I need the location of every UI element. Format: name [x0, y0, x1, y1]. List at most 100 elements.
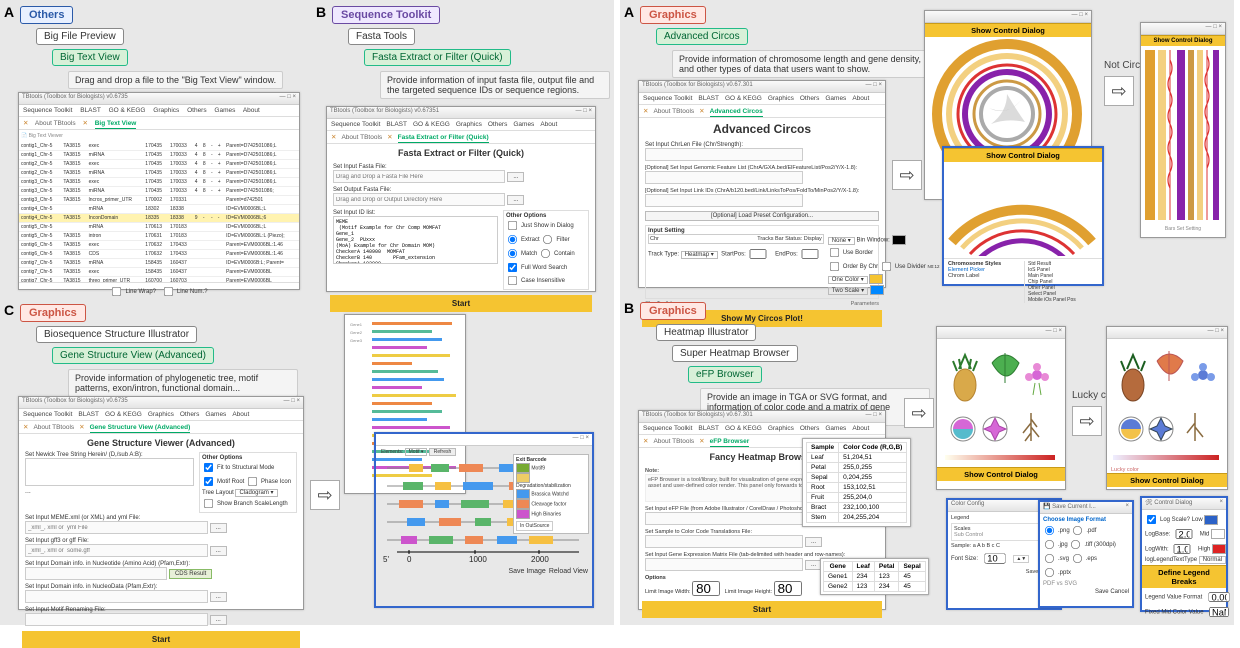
gs-start-button[interactable]: Start	[22, 631, 300, 648]
show-control-dialog-button[interactable]: Show Control Dialog	[944, 148, 1102, 162]
case-checkbox[interactable]: Case Insensitive	[506, 278, 565, 284]
item-fasta-extract: Fasta Extract or Filter (Quick)	[364, 49, 511, 66]
meme-file[interactable]	[25, 521, 208, 534]
label-right-B: B	[624, 300, 634, 316]
show-control-dialog-button[interactable]: Show Control Dialog	[925, 23, 1091, 37]
define-breaks-button[interactable]: Define Legend Breaks	[1142, 565, 1226, 588]
efp-output-2: — □ × Lucky color Show Control Dialog	[1106, 326, 1228, 490]
linear-tracks-svg	[1141, 46, 1223, 224]
menu-go-kegg[interactable]: GO & KEGG	[109, 107, 146, 114]
label-left-C: C	[4, 302, 14, 318]
menu-strip[interactable]: Sequence Toolkit BLAST GO & KEGG Graphic…	[19, 105, 299, 117]
extract-radio[interactable]: Extract	[506, 237, 540, 243]
fasta-output-file[interactable]	[333, 193, 505, 206]
label-left-A: A	[4, 4, 14, 20]
save-image-button[interactable]: Save Image	[508, 568, 545, 575]
save-button[interactable]: Save	[1095, 589, 1109, 595]
arrow-icon: ⇨	[310, 480, 340, 510]
just-show-checkbox[interactable]: Just Show in Dialog	[506, 223, 574, 229]
reload-view-button[interactable]: Reload View	[549, 568, 588, 575]
newick-area[interactable]	[25, 458, 194, 486]
motif-rename-file[interactable]	[25, 613, 208, 626]
tab-gene-structure[interactable]: Gene Structure View (Advanced)	[90, 424, 191, 433]
tree-layout-select[interactable]: Cladogram ▾	[235, 489, 277, 497]
save-button[interactable]: Save	[1026, 569, 1039, 575]
save-image-dialog: 💾 Save Current I...× Choose Image Format…	[1038, 500, 1134, 608]
help-gene-structure: Provide information of phylogenetic tree…	[68, 369, 298, 397]
arrow-icon: ⇨	[1104, 76, 1134, 106]
svg-text:0: 0	[407, 555, 412, 564]
circos-title: Advanced Circos	[639, 118, 885, 140]
fasta-input-file[interactable]	[333, 170, 505, 183]
color-code-file[interactable]	[645, 535, 803, 548]
expr-matrix-file[interactable]	[645, 558, 803, 571]
fasta-extract-window: TBtools (Toolbox for Biologists) v0.6735…	[326, 106, 596, 292]
label-right-A: A	[624, 4, 634, 20]
browse-button[interactable]: ...	[507, 172, 524, 182]
domain-file[interactable]	[25, 567, 167, 580]
efp-plant-1	[937, 339, 1063, 465]
svg-text:1000: 1000	[469, 555, 487, 564]
gene-structure-window: TBtools (Toolbox for Biologists) v0.6735…	[18, 396, 304, 610]
circos-config-window: TBtools (Toolbox for Biologists) v0.67.3…	[638, 80, 886, 288]
tab-big-text-view[interactable]: Big Text View	[95, 120, 137, 129]
link-file[interactable]	[645, 194, 803, 207]
help-big-text-view: Drag and drop a file to the "Big Text Vi…	[68, 71, 283, 89]
menu-seq-toolkit[interactable]: Sequence Toolkit	[23, 107, 72, 114]
domain-file-2[interactable]	[25, 590, 208, 603]
gs-section-title: Gene Structure Viewer (Advanced)	[19, 434, 303, 452]
show-control-dialog-button[interactable]: Show Control Dialog	[937, 467, 1065, 481]
tab-efp[interactable]: eFP Browser	[710, 438, 750, 447]
line-num-checkbox[interactable]: Line Num.?	[162, 289, 208, 295]
tab-fasta-extract[interactable]: Fasta Extract or Filter (Quick)	[398, 134, 489, 143]
item-heatmap-illustrator: Heatmap Illustrator	[656, 324, 756, 341]
efp-plant-2	[1107, 339, 1225, 465]
item-fasta-tools: Fasta Tools	[348, 28, 415, 45]
efp-start-button[interactable]: Start	[642, 601, 882, 618]
full-word-checkbox[interactable]: Full Word Search	[506, 265, 567, 271]
tab-bar: ✕ About TBtools ✕ Big Text View	[19, 117, 299, 130]
menu-others[interactable]: Others	[187, 107, 207, 114]
color-swatch[interactable]	[892, 235, 906, 245]
fit-struct-checkbox[interactable]: Fit to Structural Mode	[202, 465, 274, 471]
gene-expr-table: GeneLeafPetalSepal Gene123412345Gene2123…	[820, 558, 929, 595]
match-radio[interactable]: Match	[506, 251, 537, 257]
big-text-view-window: TBtools (Toolbox for Biologists) v0.6735…	[18, 92, 300, 290]
item-advanced-circos: Advanced Circos	[656, 28, 748, 45]
cancel-button[interactable]: Cancel	[1110, 589, 1129, 595]
category-graphics: Graphics	[640, 302, 706, 320]
label-left-B: B	[316, 4, 326, 20]
svg-text:2000: 2000	[531, 555, 549, 564]
svg-text:5': 5'	[383, 555, 389, 564]
filter-radio[interactable]: Filter	[541, 237, 569, 243]
tab-advanced-circos[interactable]: Advanced Circos	[710, 108, 763, 117]
line-wrap-checkbox[interactable]: Line Wrap?	[110, 289, 156, 295]
load-preset-button[interactable]: [Optional] Load Preset Configuration...	[645, 211, 879, 221]
chrlen-file[interactable]	[645, 148, 803, 161]
gff-file[interactable]	[25, 544, 208, 557]
item-big-file-preview: Big File Preview	[36, 28, 124, 45]
menu-games[interactable]: Games	[214, 107, 235, 114]
start-button[interactable]: Start	[330, 295, 592, 312]
category-others: Others	[20, 6, 73, 24]
tab-about[interactable]: About TBtools	[35, 120, 76, 127]
show-branch-checkbox[interactable]: Show Branch ScaleLength	[202, 501, 288, 507]
right-figure: A Graphics Advanced Circos Provide infor…	[620, 0, 1234, 625]
item-efp-browser: eFP Browser	[688, 366, 762, 383]
arrow-icon: ⇨	[904, 398, 934, 428]
fasta-id-list[interactable]: MEME (Motif Example for Chr Comp MOMFAT …	[333, 216, 498, 264]
menu-blast[interactable]: BLAST	[80, 107, 101, 114]
fasta-section-title: Fasta Extract or Filter (Quick)	[327, 144, 595, 162]
menu-about[interactable]: About	[243, 107, 260, 114]
track-type-select[interactable]: Heatmap ▾	[681, 251, 718, 259]
in-outsource-button[interactable]: In OutSource	[516, 521, 553, 531]
category-graphics: Graphics	[20, 304, 86, 322]
feature-file[interactable]	[645, 171, 803, 184]
menu-graphics[interactable]: Graphics	[153, 107, 179, 114]
left-figure: A Others Big File Preview Big Text View …	[0, 0, 614, 625]
efp-file[interactable]	[645, 512, 803, 525]
item-big-text-view: Big Text View	[52, 49, 128, 66]
cds-result-button[interactable]: CDS Result	[169, 569, 212, 579]
category-graphics: Graphics	[640, 6, 706, 24]
contain-radio[interactable]: Contain	[539, 251, 575, 257]
